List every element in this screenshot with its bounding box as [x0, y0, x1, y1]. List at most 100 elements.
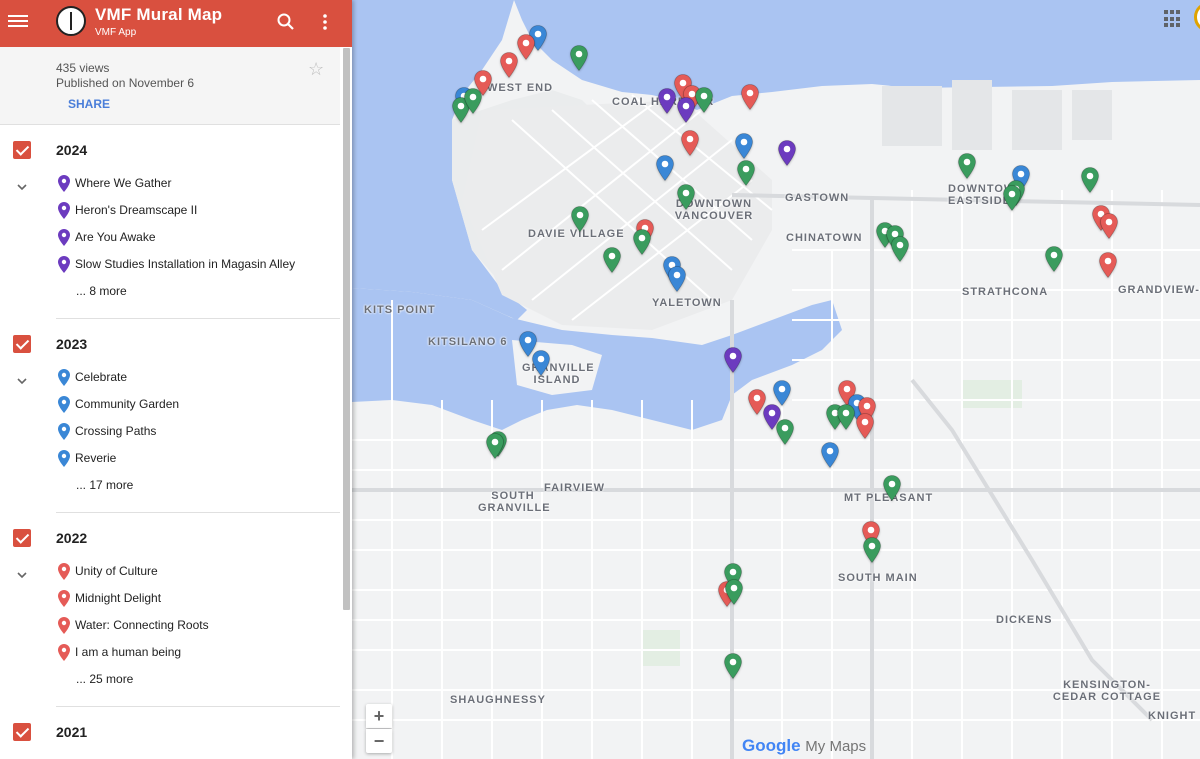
- map-marker[interactable]: [863, 537, 881, 563]
- place-marker-icon: [633, 229, 651, 255]
- map-marker[interactable]: [571, 206, 589, 232]
- layer-item[interactable]: Water: Connecting Roots: [58, 616, 338, 636]
- map-marker[interactable]: [464, 88, 482, 114]
- star-icon[interactable]: ☆: [308, 59, 324, 80]
- map-marker[interactable]: [883, 475, 901, 501]
- map-marker[interactable]: [570, 45, 588, 71]
- place-marker-icon: [603, 247, 621, 273]
- place-marker-icon: [863, 537, 881, 563]
- map-label-kitsilano: KITSILANO 6: [428, 336, 508, 348]
- map-marker[interactable]: [821, 442, 839, 468]
- layer-name: 2023: [56, 336, 88, 352]
- map-label-grandview: GRANDVIEW-WO: [1118, 284, 1200, 296]
- sidebar-scrollbar[interactable]: [343, 48, 350, 610]
- layer-divider: [56, 512, 340, 513]
- map-marker[interactable]: [741, 84, 759, 110]
- place-marker-icon: [958, 153, 976, 179]
- layer-item[interactable]: Unity of Culture: [58, 562, 338, 582]
- map-marker[interactable]: [724, 347, 742, 373]
- place-marker-icon: [58, 563, 70, 580]
- map-marker[interactable]: [724, 653, 742, 679]
- place-marker-icon: [668, 266, 686, 292]
- map-marker[interactable]: [1081, 167, 1099, 193]
- map-marker[interactable]: [725, 579, 743, 605]
- menu-icon[interactable]: [8, 12, 28, 30]
- map-marker[interactable]: [517, 34, 535, 60]
- layer-checkbox[interactable]: [13, 723, 31, 741]
- map-marker[interactable]: [695, 87, 713, 113]
- my-maps-text: My Maps: [805, 738, 867, 755]
- map-marker[interactable]: [1099, 252, 1117, 278]
- layer-item[interactable]: Where We Gather: [58, 174, 338, 194]
- map-marker[interactable]: [1100, 213, 1118, 239]
- map-marker[interactable]: [1003, 185, 1021, 211]
- map-label-shaughnessy: SHAUGHNESSY: [450, 694, 546, 706]
- map-marker[interactable]: [603, 247, 621, 273]
- place-marker-icon: [737, 160, 755, 186]
- layer-item[interactable]: Crossing Paths: [58, 422, 338, 442]
- show-more-link[interactable]: ... 8 more: [76, 284, 127, 298]
- place-marker-icon: [695, 87, 713, 113]
- map-marker[interactable]: [958, 153, 976, 179]
- place-marker-icon: [724, 653, 742, 679]
- layer-checkbox[interactable]: [13, 141, 31, 159]
- more-vert-icon[interactable]: [318, 12, 332, 32]
- chevron-down-icon[interactable]: [17, 182, 27, 192]
- zoom-in-button[interactable]: +: [366, 704, 392, 728]
- vmf-logo: [56, 6, 86, 36]
- map-marker[interactable]: [837, 404, 855, 430]
- map-marker[interactable]: [735, 133, 753, 159]
- map-marker[interactable]: [500, 52, 518, 78]
- map-marker[interactable]: [668, 266, 686, 292]
- layer-item[interactable]: Celebrate: [58, 368, 338, 388]
- zoom-out-button[interactable]: −: [366, 729, 392, 753]
- layer-item[interactable]: Heron's Dreamscape II: [58, 201, 338, 221]
- map-label-kits-point: KITS POINT: [364, 304, 436, 316]
- map-marker[interactable]: [532, 350, 550, 376]
- show-more-link[interactable]: ... 17 more: [76, 478, 133, 492]
- place-marker-icon: [500, 52, 518, 78]
- map-marker[interactable]: [486, 433, 504, 459]
- layer-item[interactable]: Midnight Delight: [58, 589, 338, 609]
- layer-item-label: I am a human being: [75, 645, 182, 659]
- map-canvas[interactable]: WEST END COAL HARBOUR GASTOWN DOWNTOWN V…: [352, 0, 1200, 759]
- place-marker-icon: [58, 175, 70, 192]
- layer-checkbox[interactable]: [13, 335, 31, 353]
- show-more-link[interactable]: ... 25 more: [76, 672, 133, 686]
- map-marker[interactable]: [891, 236, 909, 262]
- search-icon[interactable]: [276, 12, 296, 32]
- layer-checkbox[interactable]: [13, 529, 31, 547]
- layer-item-label: Slow Studies Installation in Magasin All…: [75, 257, 296, 271]
- map-marker[interactable]: [778, 140, 796, 166]
- map-marker[interactable]: [677, 184, 695, 210]
- map-marker[interactable]: [633, 229, 651, 255]
- map-marker[interactable]: [1045, 246, 1063, 272]
- place-marker-icon: [58, 369, 70, 386]
- published-date: Published on November 6: [56, 76, 195, 90]
- map-title: VMF Mural Map: [95, 5, 223, 24]
- map-marker[interactable]: [658, 88, 676, 114]
- layer-item[interactable]: I am a human being: [58, 643, 338, 663]
- layer-item[interactable]: Are You Awake: [58, 228, 338, 248]
- map-marker[interactable]: [681, 130, 699, 156]
- map-marker[interactable]: [677, 97, 695, 123]
- layer-item[interactable]: Slow Studies Installation in Magasin All…: [58, 255, 338, 275]
- sidebar-header: VMF Mural Map VMF App: [0, 0, 352, 47]
- chevron-down-icon[interactable]: [17, 376, 27, 386]
- map-label-yaletown: YALETOWN: [652, 297, 722, 309]
- apps-grid-icon[interactable]: [1164, 10, 1182, 28]
- chevron-down-icon[interactable]: [17, 570, 27, 580]
- share-button[interactable]: SHARE: [68, 97, 110, 111]
- map-marker[interactable]: [773, 380, 791, 406]
- map-marker[interactable]: [737, 160, 755, 186]
- place-marker-icon: [725, 579, 743, 605]
- place-marker-icon: [464, 88, 482, 114]
- map-marker[interactable]: [776, 419, 794, 445]
- map-marker[interactable]: [856, 413, 874, 439]
- place-marker-icon: [1099, 252, 1117, 278]
- layer-item[interactable]: Reverie: [58, 449, 338, 469]
- layer-item-label: Celebrate: [75, 370, 128, 384]
- layer-item[interactable]: Community Garden: [58, 395, 338, 415]
- map-marker[interactable]: [656, 155, 674, 181]
- layer-item-label: Water: Connecting Roots: [75, 618, 209, 632]
